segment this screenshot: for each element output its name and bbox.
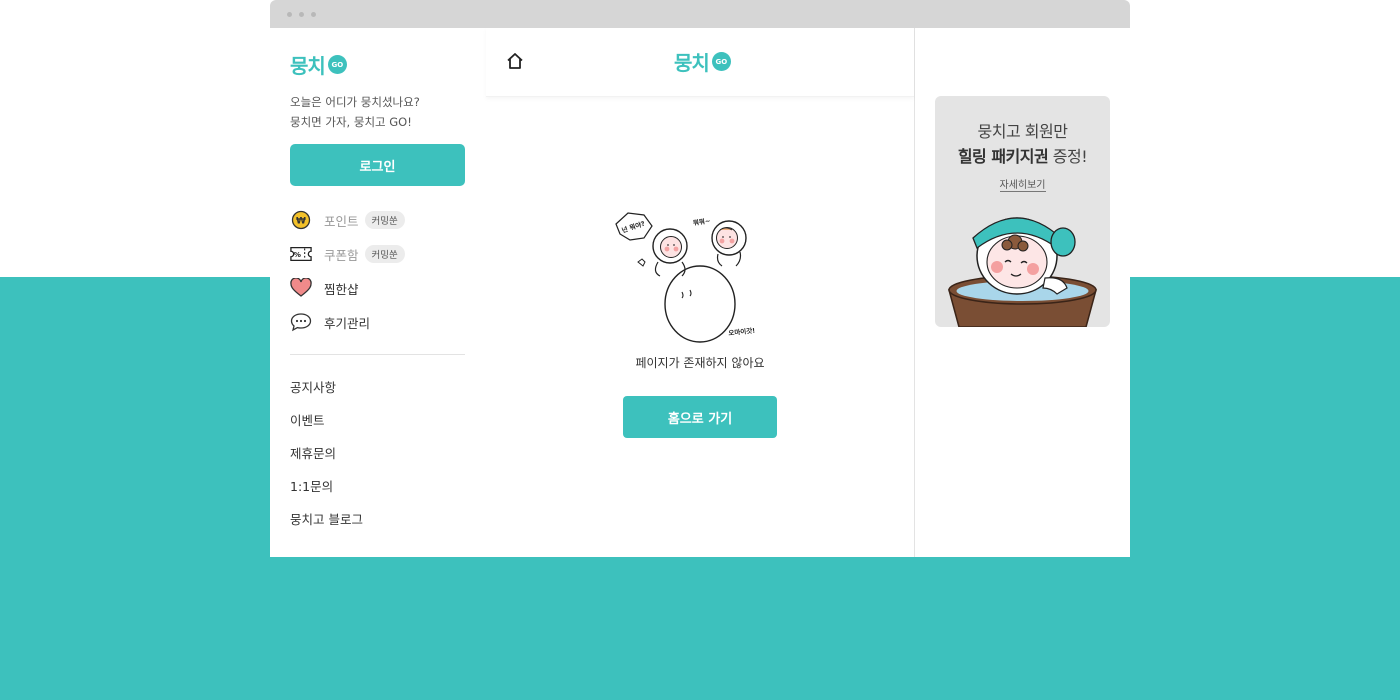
not-found-illustration: 넌 뭐야? 뭐뭐~ 오마이갓!: [615, 212, 756, 343]
tagline-line-1: 오늘은 어디가 뭉치셨나요?: [290, 95, 420, 109]
not-found-message: 페이지가 존재하지 않아요: [635, 356, 765, 370]
sidebar-item-label: 포인트: [324, 213, 359, 229]
sidebar-item-reviews[interactable]: 후기관리: [290, 310, 370, 334]
logo-badge: GO: [711, 52, 731, 71]
svg-text:%: %: [294, 250, 302, 259]
tagline-line-2: 뭉치면 가자, 뭉치고 GO!: [290, 115, 412, 129]
header-logo[interactable]: 뭉치 GO: [674, 47, 731, 76]
window-titlebar: [270, 0, 1130, 28]
home-icon[interactable]: [506, 52, 524, 70]
banner-line-2: 힐링 패키지권 증정!: [935, 143, 1110, 167]
app-window: 뭉치 GO 오늘은 어디가 뭉치셨나요? 뭉치면 가자, 뭉치고 GO! 로그인…: [270, 0, 1130, 557]
coming-soon-badge: 커밍쑨: [364, 245, 405, 263]
sidebar-link-events[interactable]: 이벤트: [290, 410, 325, 429]
speech-bubble-icon: [290, 311, 312, 333]
banner-line-2-rest: 증정!: [1048, 147, 1088, 166]
window-dot: [311, 12, 316, 17]
heart-icon: [290, 277, 312, 299]
main-header: 뭉치 GO: [486, 28, 914, 97]
sidebar-item-label: 찜한샵: [324, 281, 359, 297]
banner-illustration: [948, 217, 1097, 327]
bubble-bottom-text: 오마이갓!: [728, 326, 756, 338]
coupon-icon: %: [290, 243, 312, 265]
sidebar-link-notice[interactable]: 공지사항: [290, 377, 336, 396]
sidebar-divider: [290, 354, 465, 355]
logo-badge: GO: [327, 55, 347, 74]
sidebar-tagline: 오늘은 어디가 뭉치셨나요? 뭉치면 가자, 뭉치고 GO!: [290, 92, 420, 132]
coin-icon: ₩: [290, 209, 312, 231]
sidebar-link-partnership[interactable]: 제휴문의: [290, 443, 336, 462]
go-home-button[interactable]: 홈으로 가기: [623, 396, 777, 438]
main-content: 뭉치 GO 넌 뭐야? 뭐뭐~ 오마이갓! 페이지가 존재하지 않아요 홈으로 …: [486, 28, 915, 557]
window-dot: [287, 12, 292, 17]
banner-more-link[interactable]: 자세히보기: [935, 176, 1110, 192]
svg-text:₩: ₩: [296, 217, 306, 227]
sidebar-item-coupons[interactable]: % 쿠폰함 커밍쑨: [290, 242, 405, 266]
login-button[interactable]: 로그인: [290, 144, 465, 186]
banner-more-label: 자세히보기: [999, 180, 1046, 192]
window-dot: [299, 12, 304, 17]
banner-highlight: 힐링 패키지권: [957, 147, 1049, 166]
promo-banner[interactable]: 뭉치고 회원만 힐링 패키지권 증정! 자세히보기: [935, 96, 1110, 327]
sidebar-item-points[interactable]: ₩ 포인트 커밍쑨: [290, 208, 405, 232]
sidebar-item-label: 쿠폰함: [324, 247, 359, 263]
sidebar-item-wishlist[interactable]: 찜한샵: [290, 276, 359, 300]
sidebar: 뭉치 GO 오늘은 어디가 뭉치셨나요? 뭉치면 가자, 뭉치고 GO! 로그인…: [270, 28, 487, 557]
logo-text: 뭉치: [674, 51, 710, 75]
coming-soon-badge: 커밍쑨: [364, 211, 405, 229]
sidebar-item-label: 후기관리: [324, 315, 371, 331]
logo-text: 뭉치: [290, 54, 326, 78]
bubble-top-text: 뭐뭐~: [692, 216, 711, 227]
sidebar-link-blog[interactable]: 뭉치고 블로그: [290, 509, 363, 528]
sidebar-logo[interactable]: 뭉치 GO: [290, 50, 347, 79]
right-panel: 뭉치고 회원만 힐링 패키지권 증정! 자세히보기: [915, 28, 1130, 557]
sidebar-link-inquiry[interactable]: 1:1문의: [290, 476, 333, 495]
banner-line-1: 뭉치고 회원만: [977, 122, 1068, 141]
